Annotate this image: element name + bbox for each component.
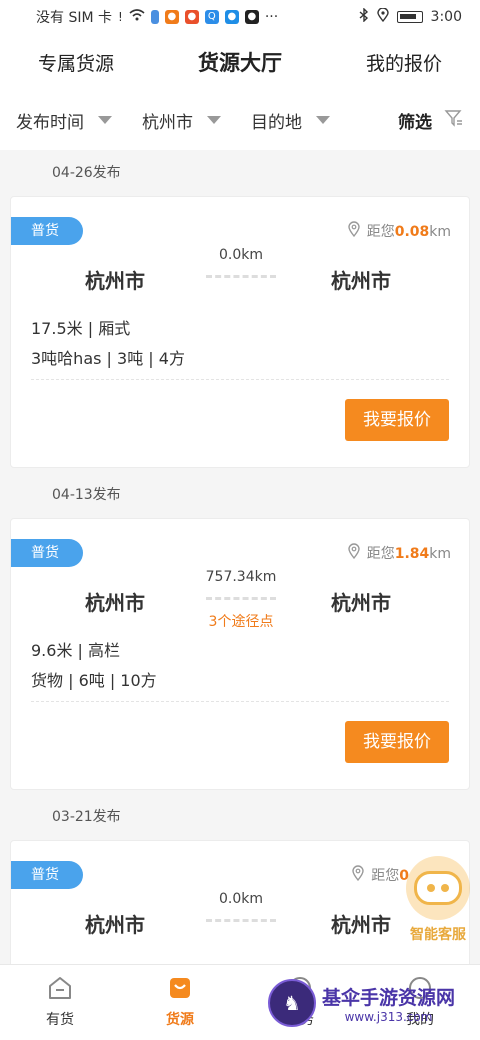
watermark-url: www.j313.com [344, 1009, 433, 1024]
distance-value: 0.08 [394, 224, 430, 240]
destination-city: 杭州市 [331, 591, 391, 615]
assistant-circle [406, 856, 470, 920]
battery-icon [396, 11, 423, 23]
watermark-title: 基伞手游资源网 [322, 986, 456, 1009]
card-divider [31, 379, 449, 380]
route-line [206, 919, 276, 922]
route-distance: 0.0km [218, 247, 263, 263]
listing-card[interactable]: 普货 距您0.08km 0.0km 杭州市 杭州市 17.5米 | 厢式 3吨哈… [10, 196, 470, 468]
distance-prefix: 距您 [366, 546, 395, 562]
location-pin-icon [351, 865, 365, 885]
home-icon [47, 975, 73, 1001]
origin-city: 杭州市 [85, 269, 145, 293]
listing-card[interactable]: 普货 距您1.84km 757.34km 3个途径点 杭州市 杭州市 9.6米 … [10, 518, 470, 790]
route-line [206, 597, 276, 600]
location-pin-icon [347, 221, 361, 241]
cargo-spec: 货物 | 6吨 | 10方 [31, 671, 157, 690]
distance-info: 距您0.08km [347, 221, 451, 241]
vehicle-spec: 17.5米 | 厢式 [31, 319, 131, 338]
sift-filter-button[interactable]: 筛选 [398, 108, 464, 133]
status-bar: 没有 SIM 卡 ! ● ● Q ● ● ··· 3:00 [0, 0, 480, 34]
chevron-down-icon [98, 116, 112, 124]
destination-city: 杭州市 [331, 913, 391, 937]
wifi-icon [129, 9, 145, 25]
top-tab-bar: 专属货源 货源大厅 我的报价 [0, 34, 480, 90]
publish-time-filter-label: 发布时间 [16, 112, 84, 133]
carrier-text: 没有 SIM 卡 [36, 10, 112, 26]
city-filter-label: 杭州市 [142, 112, 193, 133]
cargo-type-badge: 普货 [11, 539, 83, 567]
destination-filter-label: 目的地 [251, 112, 302, 133]
distance-info: 距您1.84km [347, 543, 451, 563]
nav-item-has-cargo[interactable]: 有货 [0, 965, 120, 1040]
bluetooth-icon [359, 7, 369, 26]
assistant-label: 智能客服 [410, 927, 466, 943]
cargo-spec: 3吨哈has | 3吨 | 4方 [31, 349, 185, 368]
listing-date: 04-26发布 [52, 165, 121, 181]
smart-customer-service-button[interactable]: 智能客服 [402, 856, 474, 948]
battery-saver-icon [150, 10, 159, 24]
cargo-type-badge: 普货 [11, 217, 83, 245]
qq-icon: ● [244, 10, 259, 24]
chevron-down-icon [207, 116, 221, 124]
nav-label: 货源 [166, 1012, 194, 1028]
distance-prefix: 距您 [366, 224, 395, 240]
distance-unit: km [429, 224, 451, 240]
chevron-down-icon [316, 116, 330, 124]
publish-time-filter[interactable]: 发布时间 [16, 108, 112, 133]
distance-value: 1.84 [394, 546, 430, 562]
watermark-logo-icon: ♞ [268, 979, 316, 1027]
listing-date: 03-21发布 [52, 809, 121, 825]
listing-card[interactable]: 普货 距您0 0.0km 杭州市 杭州市 [10, 840, 470, 980]
search-app-icon: Q [204, 10, 219, 24]
sift-filter-label: 筛选 [398, 112, 432, 133]
robot-icon [414, 871, 462, 905]
nav-item-sources[interactable]: 货源 [120, 965, 240, 1040]
funnel-icon [444, 108, 464, 133]
waypoints-link[interactable]: 3个途径点 [171, 611, 311, 631]
vehicle-spec: 9.6米 | 高栏 [31, 641, 121, 660]
location-icon [376, 7, 389, 26]
destination-city: 杭州市 [331, 269, 391, 293]
more-notifications-icon: ··· [264, 9, 279, 25]
destination-filter[interactable]: 目的地 [251, 108, 330, 133]
route-distance: 757.34km [205, 569, 277, 585]
filter-bar: 发布时间 杭州市 目的地 筛选 [0, 90, 480, 150]
city-filter[interactable]: 杭州市 [142, 108, 221, 133]
distance-info: 距您0 [351, 865, 409, 885]
quote-button[interactable]: 我要报价 [345, 721, 449, 763]
distance-prefix: 距您 [371, 868, 400, 884]
app-notification-icon: ● [184, 10, 199, 24]
origin-city: 杭州市 [85, 913, 145, 937]
clock: 3:00 [430, 9, 462, 25]
sim-alert-icon: ! [118, 10, 123, 24]
location-pin-icon [347, 543, 361, 563]
tab-my-quotes[interactable]: 我的报价 [366, 49, 442, 76]
app-notification-icon: ● [224, 10, 239, 24]
distance-unit: km [429, 546, 451, 562]
route-line [206, 275, 276, 278]
route-distance: 0.0km [218, 891, 263, 907]
origin-city: 杭州市 [85, 591, 145, 615]
listing-date: 04-13发布 [52, 487, 121, 503]
tab-exclusive-sources[interactable]: 专属货源 [38, 49, 114, 76]
app-notification-icon: ● [164, 10, 179, 24]
quote-button[interactable]: 我要报价 [345, 399, 449, 441]
cargo-type-badge: 普货 [11, 861, 83, 889]
shopping-bag-icon [167, 975, 193, 1001]
card-divider [31, 701, 449, 702]
tab-source-hall[interactable]: 货源大厅 [198, 47, 282, 77]
nav-label: 有货 [46, 1012, 74, 1028]
site-watermark: ♞ 基伞手游资源网 www.j313.com [268, 972, 478, 1034]
